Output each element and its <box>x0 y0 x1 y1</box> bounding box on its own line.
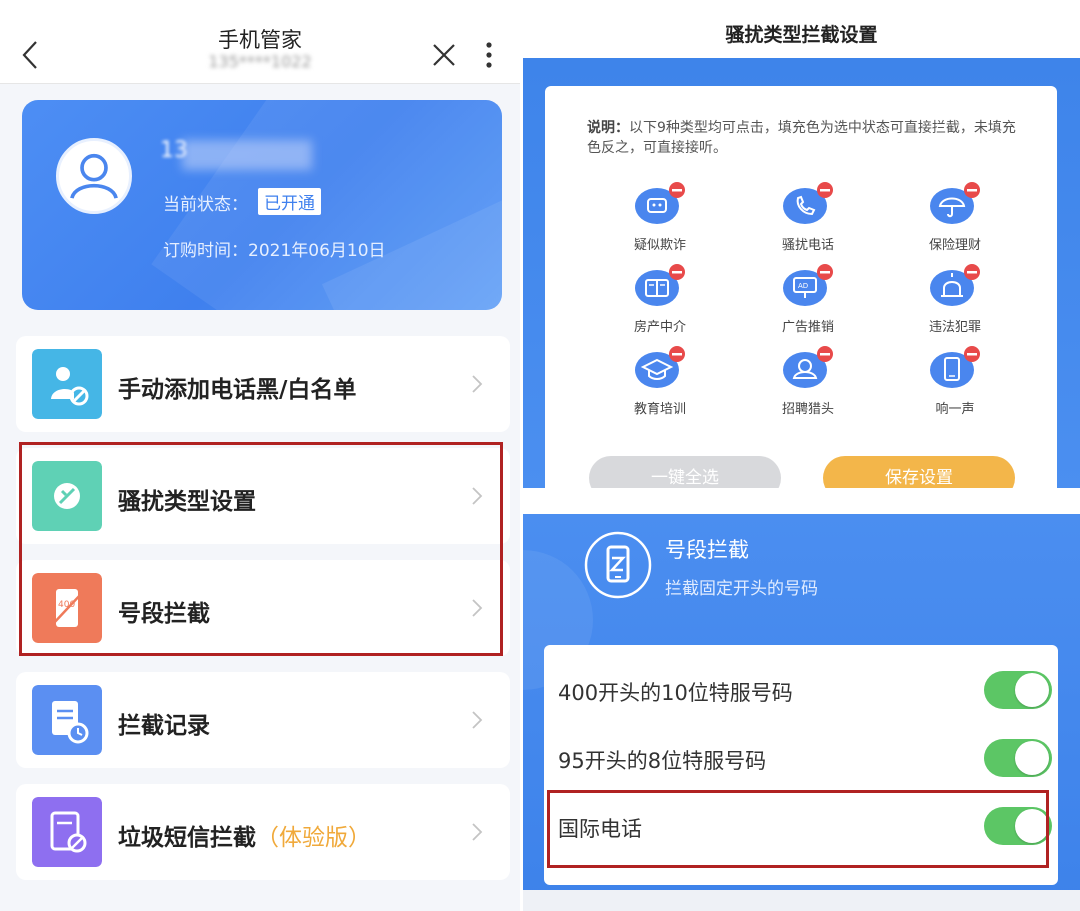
category-crime[interactable]: 违法犯罪 <box>900 264 1010 344</box>
option-row-400: 400开头的10位特服号码 <box>558 661 1052 721</box>
segment-title: 号段拦截 <box>665 538 749 562</box>
menu-item-blacklist[interactable]: 手动添加电话黑/白名单 <box>16 336 510 432</box>
more-options-icon[interactable] <box>482 40 496 70</box>
crime-alarm-icon <box>930 264 980 306</box>
highlight-box <box>547 790 1049 868</box>
record-icon <box>32 685 102 755</box>
toggle-switch-400[interactable] <box>984 671 1052 709</box>
top-nav-bar: 手机管家 135****1022 <box>0 0 520 84</box>
left-phone-screen: 手机管家 135****1022 13 当前状态： 已开通 订购时间：2021年… <box>0 0 520 911</box>
option-label: 400开头的10位特服号码 <box>558 681 793 705</box>
category-ring-once[interactable]: 响一声 <box>900 346 1010 426</box>
svg-text:AD: AD <box>798 282 808 290</box>
menu-item-spam-sms[interactable]: 垃圾短信拦截（体验版） <box>16 784 510 880</box>
option-row-95: 95开头的8位特服号码 <box>558 729 1052 789</box>
chevron-right-icon <box>472 375 483 393</box>
phone-segment-icon <box>584 531 652 599</box>
insurance-icon <box>930 182 980 224</box>
blacklist-icon <box>32 349 102 419</box>
settings-title-bar: 骚扰类型拦截设置 <box>523 0 1080 58</box>
avatar-icon <box>56 138 132 214</box>
menu-item-intercept-record[interactable]: 拦截记录 <box>16 672 510 768</box>
ring-once-icon <box>930 346 980 388</box>
trial-badge: （体验版） <box>256 825 371 851</box>
redaction-blur <box>182 140 312 170</box>
menu-label: 手动添加电话黑/白名单 <box>118 377 357 403</box>
category-insurance[interactable]: 保险理财 <box>900 182 1010 262</box>
category-harass-call[interactable]: 骚扰电话 <box>753 182 863 262</box>
category-real-estate[interactable]: 房产中介 <box>605 264 715 344</box>
category-recruit[interactable]: 招聘猎头 <box>753 346 863 426</box>
recruit-icon <box>783 346 833 388</box>
settings-title: 骚扰类型拦截设置 <box>725 24 878 46</box>
chevron-right-icon <box>472 823 483 841</box>
highlight-box <box>19 442 503 656</box>
harass-call-icon <box>783 182 833 224</box>
education-icon <box>635 346 685 388</box>
advert-icon: AD <box>783 264 833 306</box>
category-advert[interactable]: AD 广告推销 <box>753 264 863 344</box>
category-education[interactable]: 教育培训 <box>605 346 715 426</box>
option-label: 95开头的8位特服号码 <box>558 749 767 773</box>
divider-gap <box>523 488 1080 514</box>
fraud-icon <box>635 182 685 224</box>
order-time: 订购时间：2021年06月10日 <box>163 241 386 261</box>
status-label: 当前状态： <box>163 195 248 215</box>
segment-subtitle: 拦截固定开头的号码 <box>665 579 818 599</box>
harass-type-card: 说明：以下9种类型均可点击，填充色为选中状态可直接拦截，未填充色反之，可直接接听… <box>545 86 1057 524</box>
chevron-right-icon <box>472 711 483 729</box>
menu-label: 垃圾短信拦截（体验版） <box>118 825 371 851</box>
right-phone-screen: 骚扰类型拦截设置 说明：以下9种类型均可点击，填充色为选中状态可直接拦截，未填充… <box>523 0 1080 911</box>
close-icon[interactable] <box>431 42 457 68</box>
category-fraud[interactable]: 疑似欺诈 <box>605 182 715 262</box>
menu-label: 拦截记录 <box>118 713 210 739</box>
real-estate-icon <box>635 264 685 306</box>
description-text: 说明：以下9种类型均可点击，填充色为选中状态可直接拦截，未填充色反之，可直接接听… <box>587 120 1016 156</box>
spam-sms-icon <box>32 797 102 867</box>
toggle-switch-95[interactable] <box>984 739 1052 777</box>
status-badge: 已开通 <box>258 188 321 215</box>
